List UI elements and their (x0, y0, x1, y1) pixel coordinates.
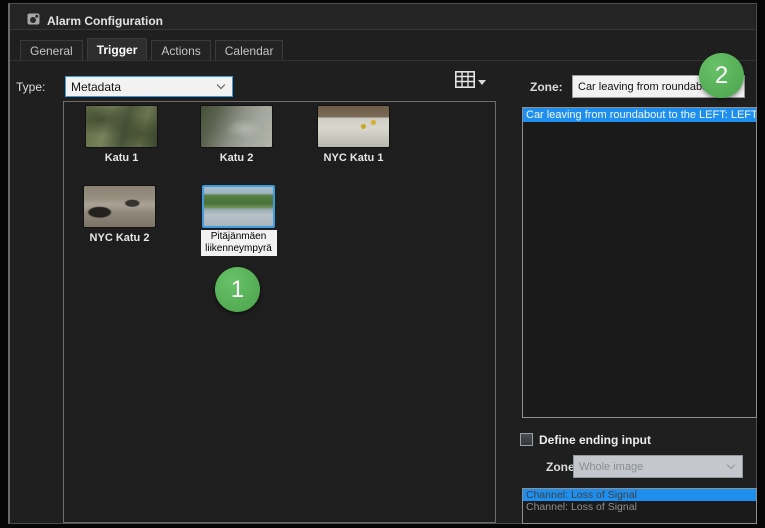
window-title: Alarm Configuration (47, 14, 163, 28)
title-bar: Alarm Configuration (10, 4, 755, 30)
type-dropdown[interactable]: Metadata (65, 76, 233, 97)
grid-view-caret-icon (478, 80, 486, 85)
camera-thumbnail (317, 105, 390, 148)
zone-label: Zone: (530, 80, 563, 94)
camera-item-nyc-katu-2[interactable]: NYC Katu 2 (83, 185, 156, 228)
alarm-config-icon (27, 12, 41, 31)
ending-event-list: Channel: Loss of Signal Channel: Loss of… (522, 488, 757, 524)
ending-zone-dropdown-disabled[interactable]: Whole image (573, 455, 743, 478)
ending-event-list-item[interactable]: Channel: Loss of Signal (523, 501, 756, 513)
type-dropdown-value: Metadata (71, 80, 121, 94)
chevron-down-icon (217, 80, 225, 88)
camera-item-pitajanmaen-selected[interactable]: Pitäjänmäen liikenneympyrä (202, 185, 275, 228)
camera-item-katu-1[interactable]: Katu 1 (85, 105, 158, 148)
tab-general[interactable]: General (20, 40, 83, 60)
zone-event-list-item-selected[interactable]: Car leaving from roundabout to the LEFT:… (523, 108, 756, 122)
camera-name: Katu 2 (220, 152, 254, 164)
annotation-step-1-badge: 1 (215, 267, 260, 312)
grid-view-table-icon (455, 71, 475, 93)
camera-list-box (63, 101, 496, 523)
camera-name: NYC Katu 1 (324, 152, 384, 164)
zone-event-list: Car leaving from roundabout to the LEFT:… (522, 107, 757, 418)
grid-view-button[interactable] (455, 70, 489, 94)
camera-thumbnail (85, 105, 158, 148)
ending-event-list-item-selected[interactable]: Channel: Loss of Signal (523, 489, 756, 501)
screen: Alarm Configuration General Trigger Acti… (0, 0, 765, 528)
camera-thumbnail (83, 185, 156, 228)
tab-actions[interactable]: Actions (151, 40, 210, 60)
define-ending-input-checkbox[interactable] (520, 433, 533, 446)
camera-thumbnail (200, 105, 273, 148)
camera-name: Katu 1 (105, 152, 139, 164)
define-ending-input-label[interactable]: Define ending input (539, 433, 651, 447)
chevron-down-icon (727, 460, 735, 468)
camera-name: Pitäjänmäen liikenneympyrä (201, 230, 277, 256)
tab-divider (10, 60, 755, 61)
camera-item-nyc-katu-1[interactable]: NYC Katu 1 (317, 105, 390, 148)
camera-name: NYC Katu 2 (90, 232, 150, 244)
type-label: Type: (16, 80, 45, 94)
zone-dropdown-value: Car leaving from roundabout (578, 81, 717, 93)
camera-item-katu-2[interactable]: Katu 2 (200, 105, 273, 148)
camera-thumbnail-selected (202, 185, 275, 228)
ending-zone-dropdown-value: Whole image (579, 461, 643, 473)
tab-bar: General Trigger Actions Calendar (20, 38, 283, 60)
tab-trigger[interactable]: Trigger (87, 38, 148, 60)
annotation-step-2-badge: 2 (699, 53, 744, 98)
tab-calendar[interactable]: Calendar (215, 40, 284, 60)
